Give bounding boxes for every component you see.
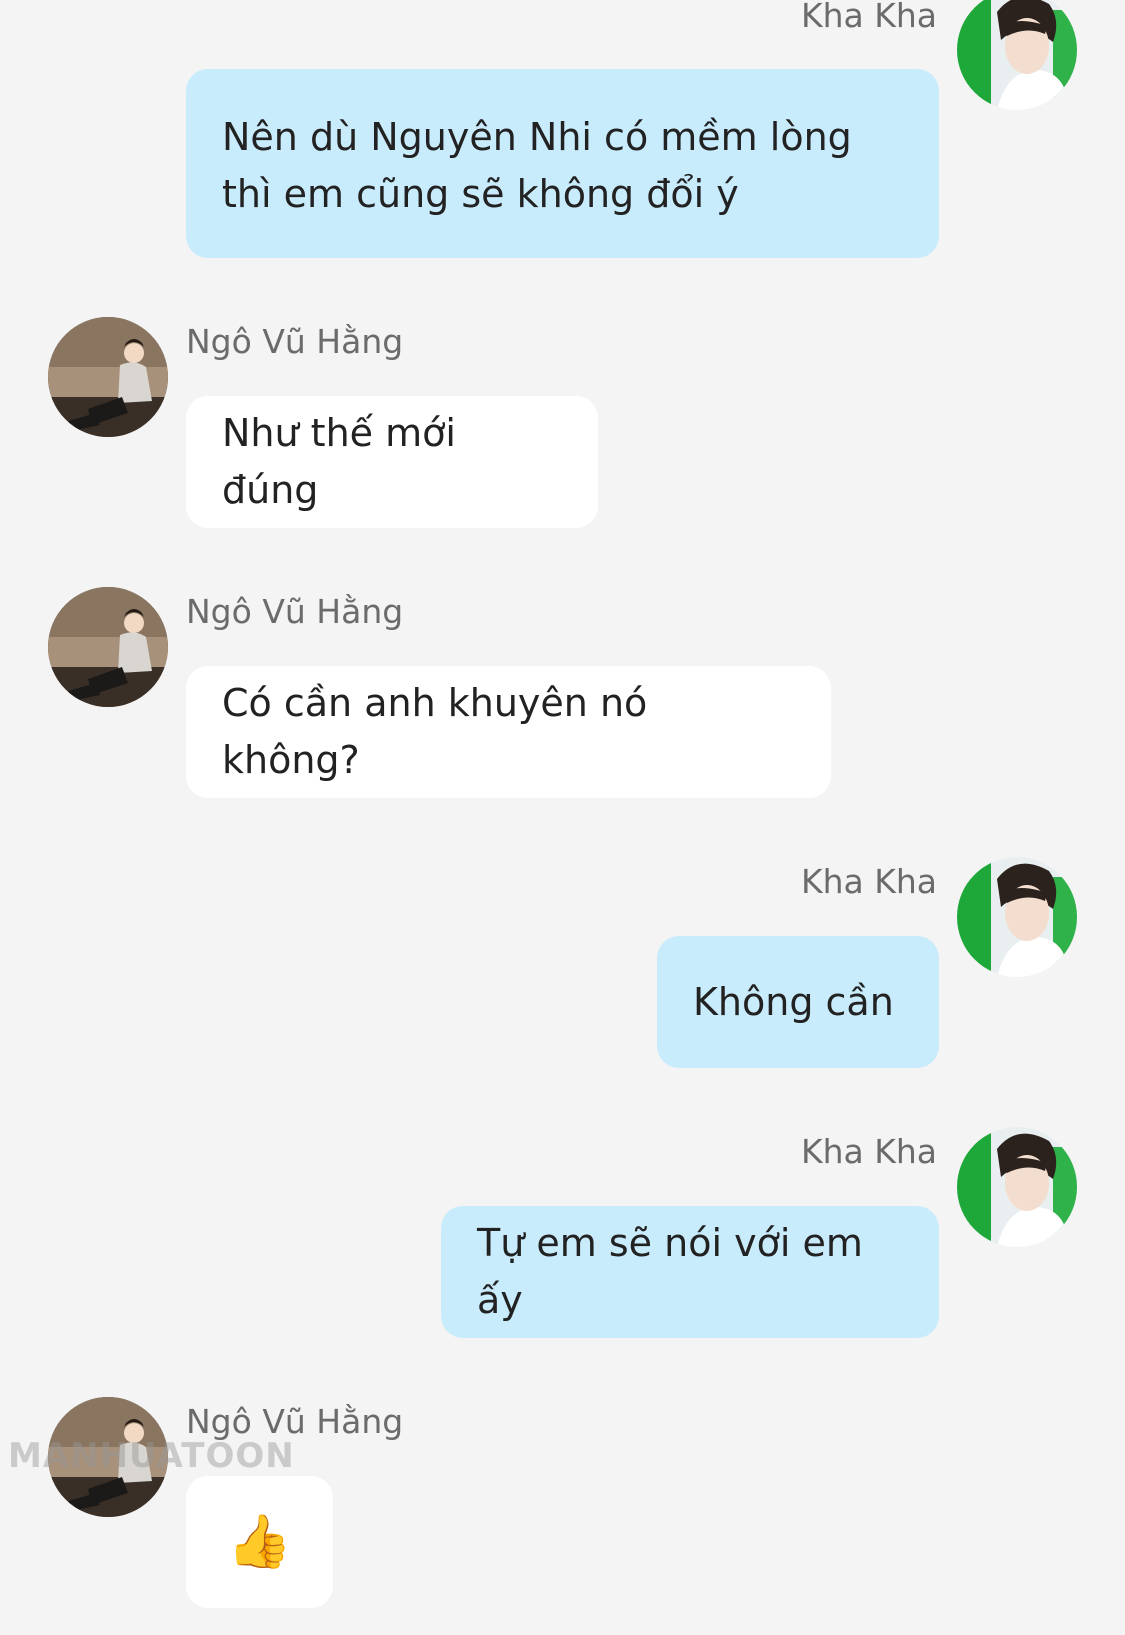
avatar-ngo-vu-hang[interactable] [48, 587, 168, 707]
sender-name: Ngô Vũ Hằng [186, 592, 404, 631]
message-bubble-incoming[interactable]: 👍 [186, 1476, 333, 1608]
sender-name: Kha Kha [800, 862, 937, 901]
message-bubble-outgoing[interactable]: Nên dù Nguyên Nhi có mềm lòng thì em cũn… [186, 69, 939, 258]
profile-photo-icon [957, 1127, 1077, 1247]
profile-photo-icon [957, 857, 1077, 977]
profile-photo-icon [48, 317, 168, 437]
sender-name: Ngô Vũ Hằng [186, 322, 404, 361]
sender-name: Kha Kha [800, 0, 937, 35]
message-bubble-outgoing[interactable]: Tự em sẽ nói với em ấy [441, 1206, 939, 1338]
sender-name: Ngô Vũ Hằng [186, 1402, 404, 1441]
message-bubble-incoming[interactable]: Có cần anh khuyên nó không? [186, 666, 831, 798]
avatar-kha-kha[interactable] [957, 0, 1077, 110]
avatar-ngo-vu-hang[interactable] [48, 1397, 168, 1517]
avatar-kha-kha[interactable] [957, 857, 1077, 977]
chat-thread: Kha Kha Nên dù Nguyên Nhi có mềm lòng th… [0, 0, 1125, 1635]
profile-photo-icon [48, 587, 168, 707]
message-text: Tự em sẽ nói với em ấy [477, 1221, 863, 1322]
message-text: Có cần anh khuyên nó không? [222, 681, 648, 782]
profile-photo-icon [48, 1397, 168, 1517]
message-text: Như thế mới đúng [222, 411, 456, 512]
message-bubble-incoming[interactable]: Như thế mới đúng [186, 396, 598, 528]
message-bubble-outgoing[interactable]: Không cần [657, 936, 939, 1068]
message-text: Nên dù Nguyên Nhi có mềm lòng thì em cũn… [222, 115, 852, 216]
message-text: Không cần [693, 979, 894, 1024]
profile-photo-icon [957, 0, 1077, 110]
avatar-ngo-vu-hang[interactable] [48, 317, 168, 437]
avatar-kha-kha[interactable] [957, 1127, 1077, 1247]
sender-name: Kha Kha [800, 1132, 937, 1171]
thumbs-up-icon: 👍 [227, 1512, 292, 1572]
